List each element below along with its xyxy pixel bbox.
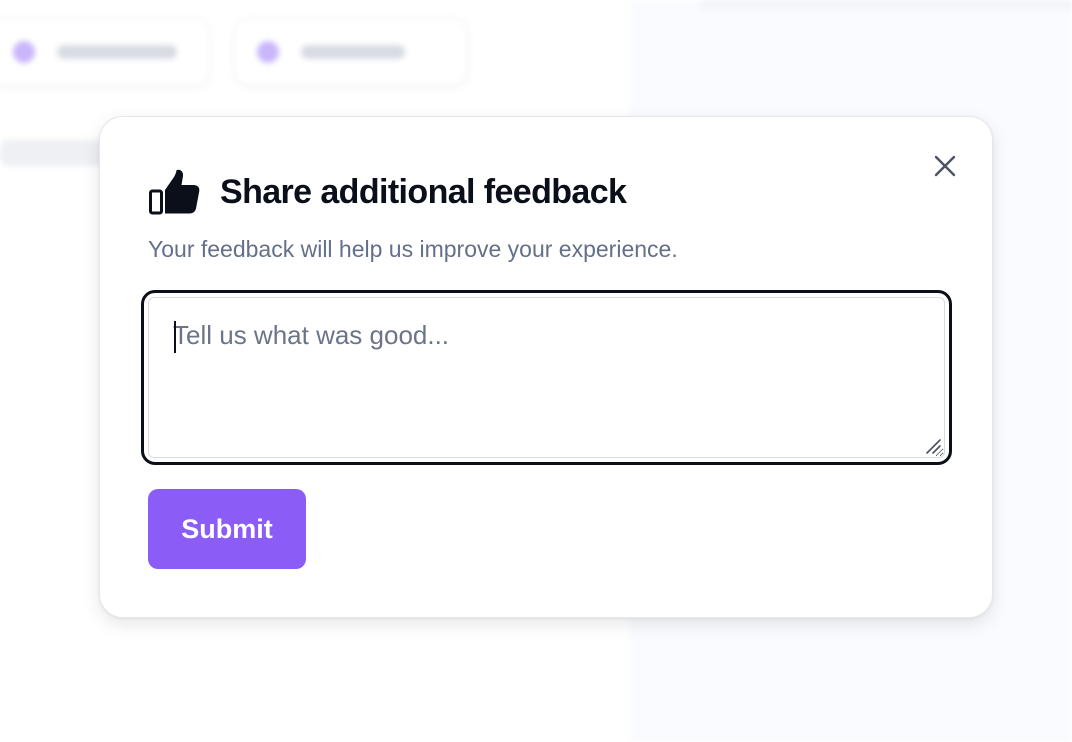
background-chip-label [57, 45, 177, 59]
dialog-title: Share additional feedback [220, 172, 627, 211]
background-chip [0, 18, 210, 86]
dialog-subtitle: Your feedback will help us improve your … [148, 236, 678, 262]
feedback-dialog: Share additional feedback Your feedback … [99, 116, 993, 618]
background-top-strip [700, 0, 1072, 10]
resize-grip-icon[interactable] [925, 438, 941, 454]
background-chip-icon [13, 41, 35, 63]
close-icon [934, 155, 956, 177]
thumbs-up-icon [149, 169, 200, 215]
submit-button[interactable]: Submit [148, 489, 306, 569]
background-chip-icon [257, 41, 279, 63]
background-chip-label [301, 45, 405, 59]
dialog-header: Share additional feedback [148, 167, 627, 217]
text-cursor [174, 321, 176, 353]
background-chip [234, 18, 468, 86]
feedback-field-focus-ring [141, 290, 952, 465]
feedback-textarea[interactable] [148, 297, 945, 458]
close-button[interactable] [932, 153, 958, 179]
